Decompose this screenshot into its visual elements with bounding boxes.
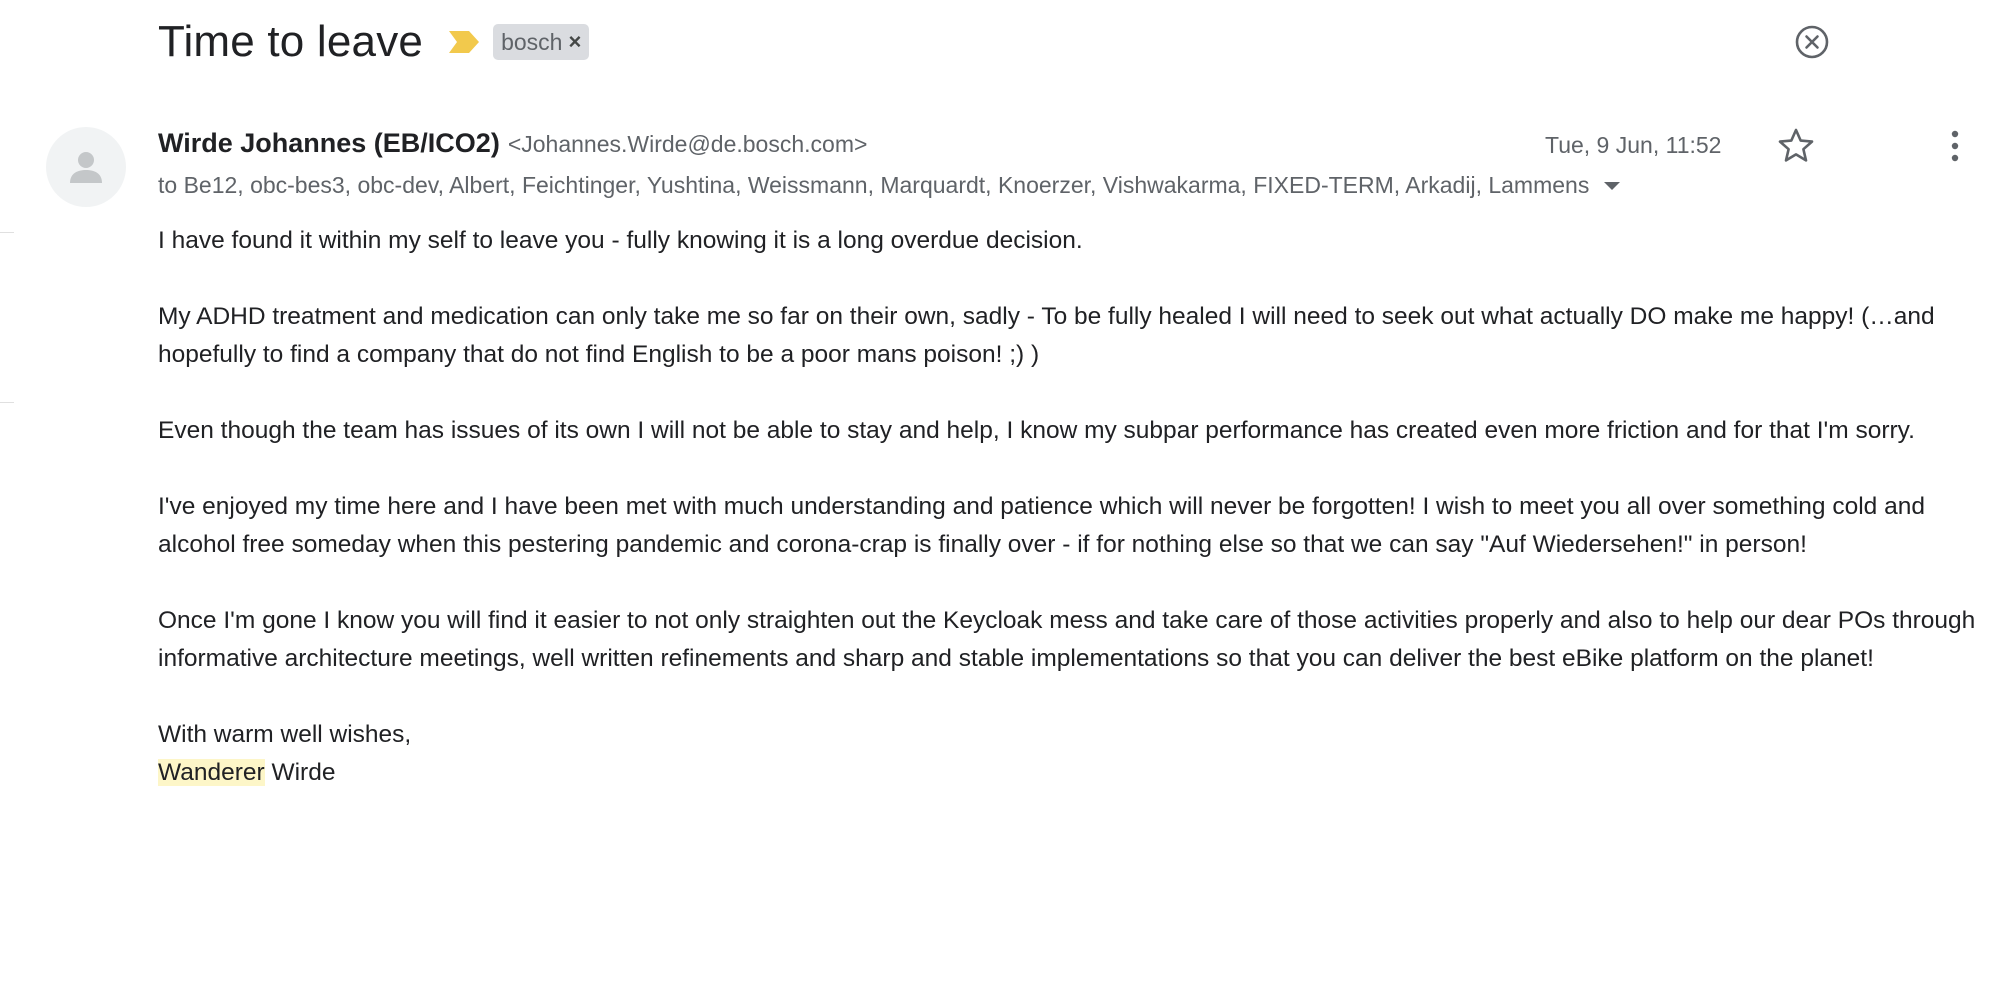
message-body: I have found it within my self to leave … <box>158 222 1978 792</box>
recipients-text: to Be12, obc-bes3, obc-dev, Albert, Feic… <box>158 172 1590 198</box>
message-date: Tue, 9 Jun, 11:52 <box>1545 132 1722 158</box>
body-paragraph: I have found it within my self to leave … <box>158 227 1083 254</box>
importance-marker-icon[interactable] <box>447 29 481 55</box>
signature-block: With warm well wishes, Wanderer Wirde <box>158 716 1978 792</box>
caret-down-icon[interactable] <box>1603 180 1621 192</box>
sender-avatar[interactable] <box>46 127 126 207</box>
label-chip-text: bosch <box>501 28 563 55</box>
body-paragraph: My ADHD treatment and medication can onl… <box>158 303 1935 368</box>
body-paragraph: Once I'm gone I know you will find it ea… <box>158 607 1976 672</box>
thread-subject: Time to leave <box>158 17 424 66</box>
body-paragraph: Even though the team has issues of its o… <box>158 417 1915 444</box>
close-circle-icon[interactable] <box>1794 24 1830 60</box>
signature-last-name: Wirde <box>264 759 336 786</box>
sender-line: Wirde Johannes (EB/ICO2) <Johannes.Wirde… <box>158 128 867 164</box>
label-chip-bosch: bosch × <box>493 24 590 60</box>
left-edge-divider <box>0 232 14 233</box>
thread-header: Time to leave bosch × <box>158 12 590 72</box>
remove-label-button[interactable]: × <box>568 29 581 55</box>
star-outline-icon[interactable] <box>1776 126 1816 166</box>
sender-email: <Johannes.Wirde@de.bosch.com> <box>507 131 868 157</box>
more-vertical-icon[interactable] <box>1942 126 1968 166</box>
sender-name[interactable]: Wirde Johannes (EB/ICO2) <box>158 128 500 159</box>
left-edge-divider <box>0 402 14 403</box>
body-paragraph: I've enjoyed my time here and I have bee… <box>158 493 1925 558</box>
signature-first-name: Wanderer <box>158 759 265 786</box>
closing-line: With warm well wishes, <box>158 721 412 748</box>
person-icon <box>70 152 102 183</box>
recipients-line[interactable]: to Be12, obc-bes3, obc-dev, Albert, Feic… <box>158 172 1621 199</box>
